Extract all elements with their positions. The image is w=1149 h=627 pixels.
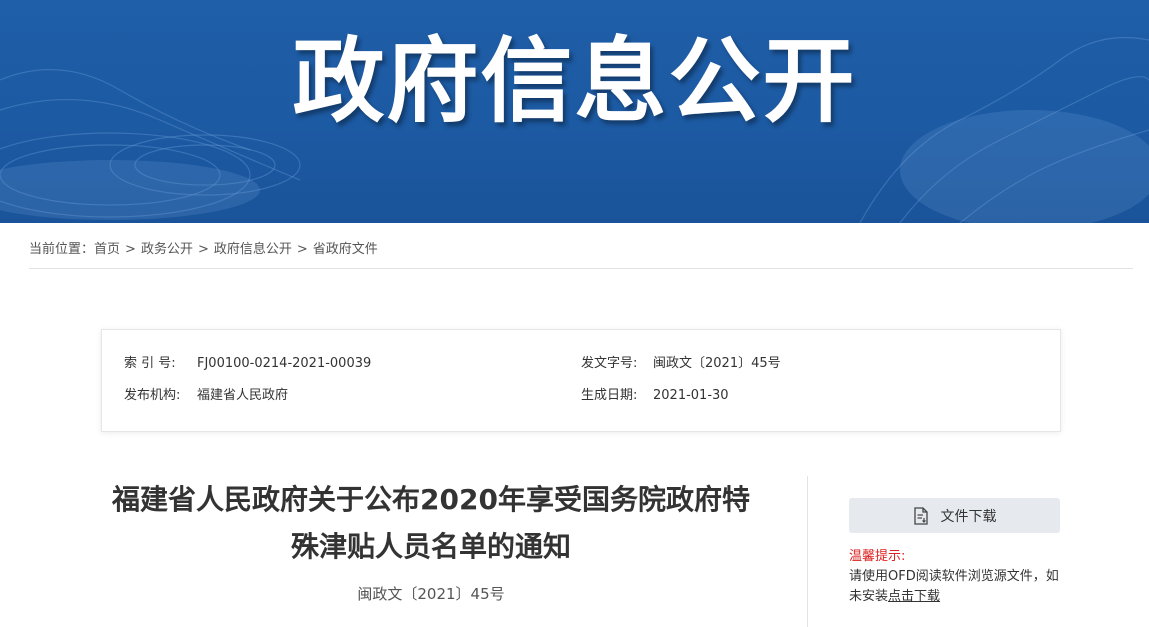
breadcrumb-separator: > — [296, 242, 308, 257]
document-title: 福建省人民政府关于公布2020年享受国务院政府特 殊津贴人员名单的通知 — [101, 476, 761, 570]
meta-doc-number: 发文字号: 闽政文〔2021〕45号 — [581, 355, 781, 373]
tip-title: 温馨提示: — [849, 549, 906, 564]
breadcrumb-provincial-docs[interactable]: 省政府文件 — [313, 242, 378, 257]
meta-issuer-label: 发布机构: — [124, 388, 181, 403]
meta-doc-number-label: 发文字号: — [581, 356, 638, 371]
document-title-line1: 福建省人民政府关于公布2020年享受国务院政府特 — [112, 483, 750, 516]
meta-issuer-value: 福建省人民政府 — [197, 388, 289, 403]
file-download-label: 文件下载 — [940, 508, 997, 525]
meta-index-value: FJ00100-0214-2021-00039 — [197, 356, 372, 371]
meta-index-label: 索 引 号: — [124, 356, 176, 371]
header-banner: 政府信息公开 — [0, 0, 1149, 223]
breadcrumb-home[interactable]: 首页 — [94, 242, 120, 257]
meta-date-value: 2021-01-30 — [653, 388, 729, 403]
tip-text-body: 请使用OFD阅读软件浏览源文件，如未安装 — [849, 569, 1059, 604]
ofd-reader-download-link[interactable]: 点击下载 — [888, 589, 940, 604]
document-number: 闽政文〔2021〕45号 — [357, 585, 505, 603]
breadcrumb-prefix: 当前位置： — [29, 242, 95, 257]
meta-index: 索 引 号: FJ00100-0214-2021-00039 — [124, 355, 371, 373]
breadcrumb-separator: > — [197, 242, 209, 257]
breadcrumb-divider — [29, 268, 1133, 269]
breadcrumb-separator: > — [125, 242, 136, 257]
meta-doc-number-value: 闽政文〔2021〕45号 — [653, 356, 781, 371]
breadcrumb-info-disclosure[interactable]: 政府信息公开 — [214, 242, 292, 257]
sidebar-divider — [807, 476, 808, 627]
document-meta-box: 索 引 号: FJ00100-0214-2021-00039 发布机构: 福建省人民… — [101, 329, 1061, 432]
banner-title: 政府信息公开 — [292, 28, 857, 135]
meta-issuer: 发布机构: 福建省人民政府 — [124, 387, 288, 405]
meta-date-label: 生成日期: — [581, 388, 638, 403]
tip-text: 请使用OFD阅读软件浏览源文件，如未安装点击下载 — [849, 567, 1059, 607]
document-title-line2: 殊津贴人员名单的通知 — [290, 530, 571, 563]
file-download-button[interactable]: 文件下载 — [849, 498, 1060, 533]
breadcrumb: 当前位置：首页 > 政务公开 > 政府信息公开 > 省政府文件 — [29, 241, 378, 259]
meta-date: 生成日期: 2021-01-30 — [581, 387, 729, 405]
breadcrumb-gov-affairs[interactable]: 政务公开 — [141, 242, 193, 257]
file-download-icon — [913, 506, 929, 525]
